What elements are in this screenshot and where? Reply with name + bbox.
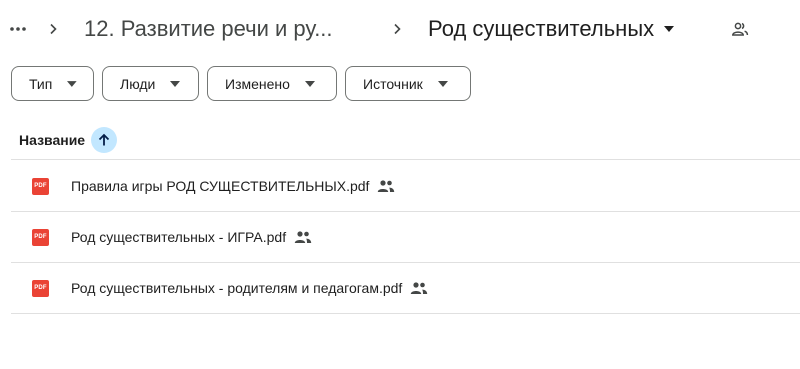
shared-people-icon xyxy=(410,281,428,295)
chevron-right-icon xyxy=(390,0,404,58)
chevron-right-icon xyxy=(46,0,60,58)
filter-modified-chip[interactable]: Изменено xyxy=(207,66,337,101)
caret-down-icon xyxy=(304,80,315,87)
file-row[interactable]: PDF Правила игры РОД СУЩЕСТВИТЕЛЬНЫХ.pdf xyxy=(11,161,800,212)
name-column-header[interactable]: Название xyxy=(19,132,85,148)
caret-down-icon xyxy=(437,80,448,87)
pdf-icon: PDF xyxy=(32,279,49,297)
filter-bar: Тип Люди Изменено Источник xyxy=(11,66,471,101)
filter-people-label: Люди xyxy=(120,75,156,92)
file-row[interactable]: PDF Род существительных - ИГРА.pdf xyxy=(11,212,800,263)
arrow-up-icon xyxy=(98,133,110,145)
filter-type-label: Тип xyxy=(29,75,53,92)
shared-folder-icon[interactable] xyxy=(729,0,751,58)
table-header: Название xyxy=(11,120,800,160)
file-name: Род существительных - ИГРА.pdf xyxy=(71,229,287,245)
caret-down-icon xyxy=(664,26,675,32)
file-name: Правила игры РОД СУЩЕСТВИТЕЛЬНЫХ.pdf xyxy=(71,178,370,194)
file-row[interactable]: PDF Род существительных - родителям и пе… xyxy=(11,263,800,314)
caret-down-icon xyxy=(170,80,181,87)
filter-source-chip[interactable]: Источник xyxy=(345,66,471,101)
caret-down-icon xyxy=(67,80,77,87)
more-options-icon[interactable] xyxy=(8,0,28,58)
pdf-icon: PDF xyxy=(32,228,49,246)
shared-people-icon xyxy=(294,230,312,244)
filter-modified-label: Изменено xyxy=(225,75,290,92)
current-folder-menu[interactable]: Род существительных xyxy=(428,0,675,58)
breadcrumb-parent-folder[interactable]: 12. Развитие речи и ру... xyxy=(84,0,333,58)
breadcrumb: 12. Развитие речи и ру... Род существите… xyxy=(0,0,800,58)
filter-people-chip[interactable]: Люди xyxy=(102,66,199,101)
filter-type-chip[interactable]: Тип xyxy=(11,66,94,101)
sort-ascending-button[interactable] xyxy=(91,126,118,153)
filter-source-label: Источник xyxy=(363,75,423,92)
shared-people-icon xyxy=(377,179,395,193)
file-name: Род существительных - родителям и педаго… xyxy=(71,280,403,296)
pdf-icon: PDF xyxy=(32,177,49,195)
current-folder-title: Род существительных xyxy=(428,16,655,41)
